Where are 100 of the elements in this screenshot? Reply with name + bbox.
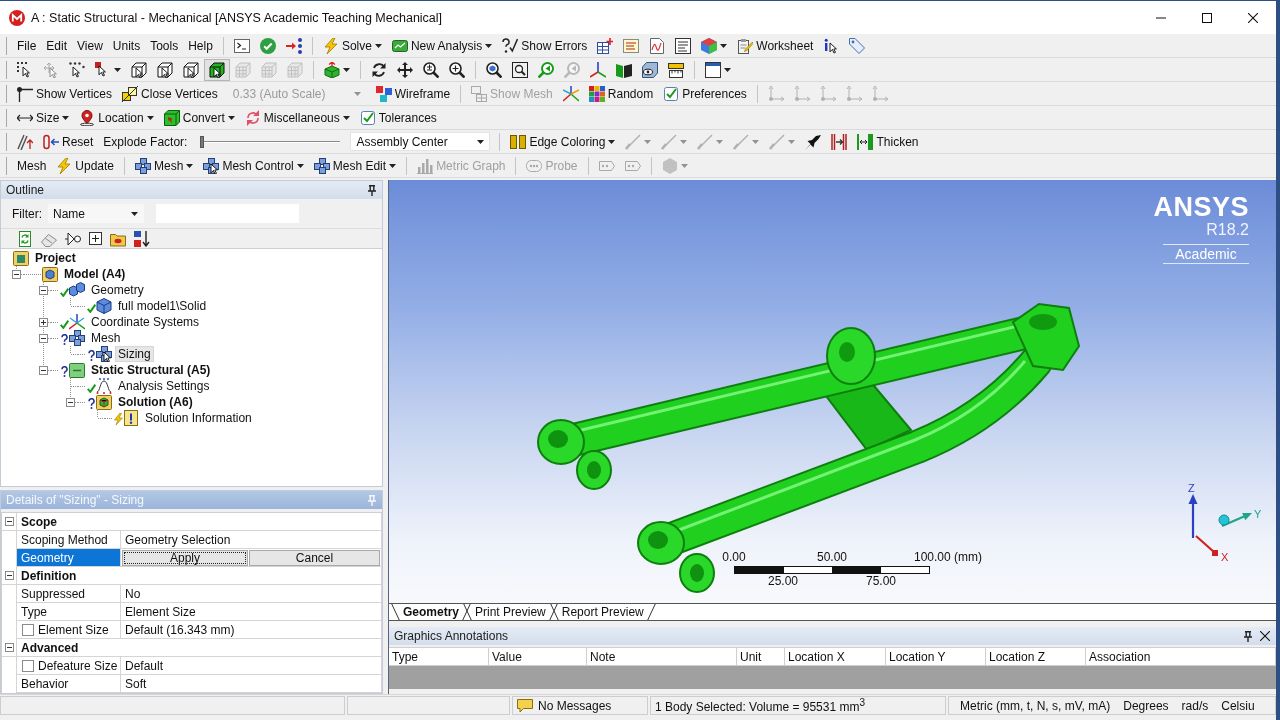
collapse-icon[interactable] <box>66 397 75 407</box>
tree-item[interactable]: Project <box>32 250 79 266</box>
column-header[interactable]: Association <box>1086 648 1276 665</box>
tree-item[interactable]: Solution Information <box>142 410 255 426</box>
toolbar-button[interactable]: Edge Coloring <box>505 130 621 153</box>
unit-setting[interactable]: rad/s <box>1181 698 1209 713</box>
tile-grid-icon <box>588 85 605 102</box>
slider-thumb[interactable] <box>200 135 205 148</box>
mesh-cubes-icon <box>69 330 85 346</box>
cancel-button[interactable]: Cancel <box>249 549 380 566</box>
toolbar-button[interactable]: Wireframe <box>370 82 456 105</box>
pin-icon[interactable] <box>1244 630 1252 642</box>
pin-icon[interactable] <box>368 184 376 196</box>
toolbar-button[interactable]: Miscellaneous <box>239 106 355 129</box>
toolbar-button[interactable]: New Analysis <box>386 34 498 57</box>
toolbar-button[interactable]: Tolerances <box>354 106 442 129</box>
tree-item[interactable]: Static Structural (A5) <box>88 362 214 378</box>
checkbox[interactable] <box>22 623 34 636</box>
property-name[interactable]: Suppressed <box>17 585 120 602</box>
tree-item[interactable]: Mesh <box>88 330 124 346</box>
tag-icon <box>849 37 866 54</box>
collapse-icon[interactable] <box>39 333 48 343</box>
toolbar-button[interactable]: Reset <box>38 130 99 153</box>
filter-label: Filter: <box>12 206 42 221</box>
toolbar-button[interactable]: Location <box>74 106 159 129</box>
menu-item[interactable]: Units <box>107 35 146 56</box>
edition-label: Academic <box>1163 244 1249 264</box>
coordinate-axes-icon <box>69 314 85 330</box>
collapse-icon[interactable] <box>4 643 14 652</box>
toolbar-button[interactable]: Random <box>583 82 659 105</box>
bracket-arrow-icon <box>831 133 848 150</box>
tree-item[interactable]: Sizing <box>115 346 154 362</box>
collapse-icon[interactable] <box>4 571 14 580</box>
scale-label: 0.00 <box>722 550 746 564</box>
toolbar-button[interactable]: Convert <box>158 106 240 129</box>
collapse-icon[interactable] <box>12 269 21 279</box>
toolbar-button[interactable]: Solve <box>317 34 387 57</box>
tree-item[interactable]: full model1\Solid <box>115 298 210 314</box>
scale-label: 100.00 (mm) <box>914 550 983 564</box>
tree-item[interactable]: Solution (A6) <box>115 394 196 410</box>
unit-setting[interactable]: Metric (mm, t, N, s, mV, mA) <box>960 698 1111 713</box>
checkmark-box-icon <box>359 109 376 126</box>
toolbar-button[interactable]: Show Vertices <box>12 82 118 105</box>
toolbar-button[interactable]: Mesh <box>130 154 199 177</box>
column-header[interactable]: Unit <box>737 648 785 665</box>
apply-button[interactable]: Apply <box>122 549 248 566</box>
toolbar-button[interactable]: Preferences <box>658 82 752 105</box>
column-header[interactable]: Note <box>587 648 737 665</box>
slider-track[interactable] <box>200 133 341 150</box>
menu-item[interactable]: Edit <box>41 35 73 56</box>
toolbar-button[interactable] <box>204 58 230 81</box>
mesh-grid-icon <box>471 85 488 102</box>
checkbox[interactable] <box>22 659 34 672</box>
unit-setting[interactable]: Degrees <box>1123 698 1169 713</box>
cursor-grid-icon <box>17 61 33 78</box>
cube-arrow-icon <box>324 61 340 78</box>
expand-icon[interactable] <box>39 317 48 327</box>
menu-item[interactable]: File <box>12 35 42 56</box>
checkmark-box-icon <box>663 85 680 102</box>
filter-dropdown[interactable]: Name <box>48 204 144 223</box>
property-name[interactable]: Behavior <box>17 675 120 692</box>
toolbar-button[interactable]: Close Vertices <box>117 82 223 105</box>
menu-item[interactable]: Tools <box>145 35 184 56</box>
tree-item[interactable]: Coordinate Systems <box>88 314 203 330</box>
column-header[interactable]: Location X <box>785 648 886 665</box>
triangle-circle-icon <box>65 230 81 247</box>
column-header[interactable]: Type <box>389 648 489 665</box>
tree-item[interactable]: Analysis Settings <box>115 378 213 394</box>
table-plus-icon <box>597 37 614 54</box>
toolbar-button[interactable]: Mesh Control <box>198 154 309 177</box>
collapse-icon[interactable] <box>39 285 48 295</box>
toolbar-button[interactable]: Update <box>51 154 120 177</box>
toolbar-button[interactable]: Size <box>12 106 75 129</box>
probe-icon <box>526 157 543 174</box>
column-header[interactable]: Value <box>489 648 587 665</box>
tree-item[interactable]: Model (A4) <box>61 266 129 282</box>
property-name[interactable]: Type <box>17 603 120 620</box>
property-name[interactable]: Scoping Method <box>17 531 120 548</box>
selection-info: 1 Body Selected: Volume = 95531 mm$^{3}$ <box>655 697 866 714</box>
info-cursor-icon <box>823 37 840 54</box>
toolbar-button[interactable]: Worksheet <box>732 34 819 57</box>
ruler-icon <box>668 61 684 78</box>
toolbar-button[interactable]: Show Errors <box>497 34 593 57</box>
property-value: Default (16.343 mm) <box>121 621 382 639</box>
collapse-icon[interactable] <box>39 365 48 375</box>
toolbar-button[interactable]: Thicken <box>852 130 924 153</box>
tree-item[interactable]: Geometry <box>88 282 147 298</box>
collapse-icon[interactable] <box>4 517 14 526</box>
property-name[interactable]: Geometry <box>17 549 120 566</box>
map-pin-icon <box>79 109 96 126</box>
axis-icon <box>767 85 784 102</box>
column-header[interactable]: Location Y <box>886 648 986 665</box>
dropdown-field[interactable]: Assembly Center <box>350 132 491 151</box>
column-header[interactable]: Location Z <box>986 648 1086 665</box>
menu-item[interactable]: View <box>72 35 108 56</box>
menu-item[interactable]: Help <box>183 35 218 56</box>
close-icon[interactable] <box>1260 631 1270 641</box>
unit-setting[interactable]: Celsiu <box>1221 698 1255 713</box>
cursor-cross-icon <box>43 61 59 78</box>
toolbar-button[interactable]: Mesh Edit <box>308 154 402 177</box>
